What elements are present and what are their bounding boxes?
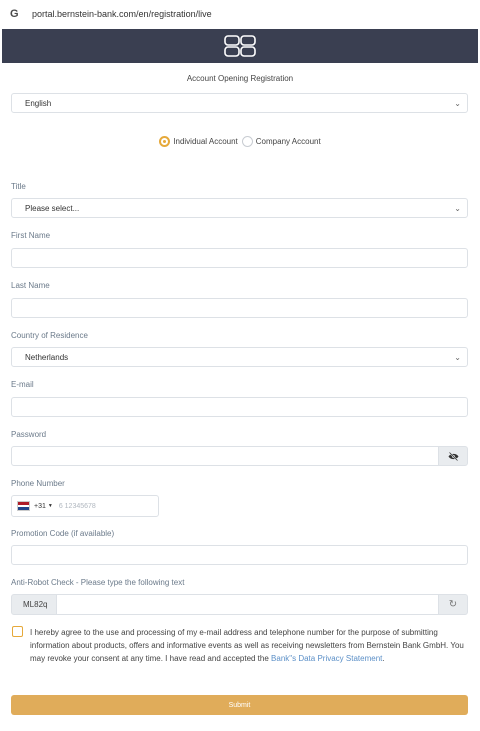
title-select[interactable]: Please select... ⌄ — [11, 198, 468, 218]
last-name-input[interactable] — [11, 298, 468, 318]
site-header — [2, 29, 478, 63]
consent-body: I hereby agree to the use and processing… — [30, 628, 464, 663]
privacy-statement-link[interactable]: Bank"s Data Privacy Statement — [271, 654, 382, 663]
caret-down-icon[interactable]: ▼ — [48, 503, 53, 509]
google-icon: G — [10, 8, 19, 20]
consent-end: . — [382, 654, 385, 663]
title-select-value: Please select... — [25, 203, 80, 213]
consent-checkbox[interactable] — [12, 626, 23, 637]
consent-text: I hereby agree to the use and processing… — [30, 626, 470, 665]
refresh-icon: ↻ — [448, 599, 458, 610]
promo-code-input[interactable] — [11, 545, 468, 565]
submit-button[interactable]: Submit — [11, 695, 468, 715]
first-name-label: First Name — [11, 231, 51, 240]
country-select-value: Netherlands — [25, 352, 69, 362]
title-label: Title — [11, 182, 26, 191]
url-text[interactable]: portal.bernstein-bank.com/en/registratio… — [32, 9, 212, 19]
captcha-input[interactable] — [56, 594, 439, 615]
language-select[interactable]: English ⌄ — [11, 93, 468, 113]
email-label: E-mail — [11, 380, 34, 389]
chevron-down-icon: ⌄ — [454, 99, 461, 108]
netherlands-flag-icon[interactable] — [17, 501, 30, 511]
promo-code-label: Promotion Code (if available) — [11, 529, 115, 538]
language-select-value: English — [25, 98, 52, 108]
password-label: Password — [11, 430, 47, 439]
browser-address-bar[interactable]: G portal.bernstein-bank.com/en/registrat… — [0, 0, 480, 28]
refresh-captcha-button[interactable]: ↻ — [438, 594, 468, 615]
chevron-down-icon: ⌄ — [454, 204, 461, 213]
bernstein-bank-logo — [224, 35, 256, 57]
eye-slash-icon — [448, 451, 458, 461]
phone-input[interactable]: +31 ▼ 6 12345678 — [11, 495, 159, 517]
radio-label-individual: Individual Account — [173, 137, 238, 146]
radio-selected-icon[interactable] — [159, 136, 171, 147]
last-name-label: Last Name — [11, 281, 50, 290]
captcha-label: Anti-Robot Check - Please type the follo… — [11, 578, 185, 587]
password-input[interactable] — [11, 446, 439, 466]
email-input[interactable] — [11, 397, 468, 417]
page-title: Account Opening Registration — [186, 74, 294, 83]
radio-label-company: Company Account — [255, 137, 321, 146]
country-label: Country of Residence — [11, 331, 88, 340]
first-name-input[interactable] — [11, 248, 468, 268]
toggle-password-visibility-button[interactable] — [438, 446, 468, 466]
captcha-code: ML82q — [11, 594, 57, 615]
account-type-group: Individual Account Company Account — [0, 136, 480, 147]
phone-label: Phone Number — [11, 479, 65, 488]
radio-unselected-icon[interactable] — [241, 136, 253, 147]
country-select[interactable]: Netherlands ⌄ — [11, 347, 468, 367]
phone-dial-code[interactable]: +31 — [34, 503, 46, 510]
chevron-down-icon: ⌄ — [454, 353, 461, 362]
phone-placeholder: 6 12345678 — [58, 502, 96, 510]
radio-individual-account[interactable]: Individual Account — [159, 136, 238, 147]
radio-company-account[interactable]: Company Account — [241, 136, 321, 147]
